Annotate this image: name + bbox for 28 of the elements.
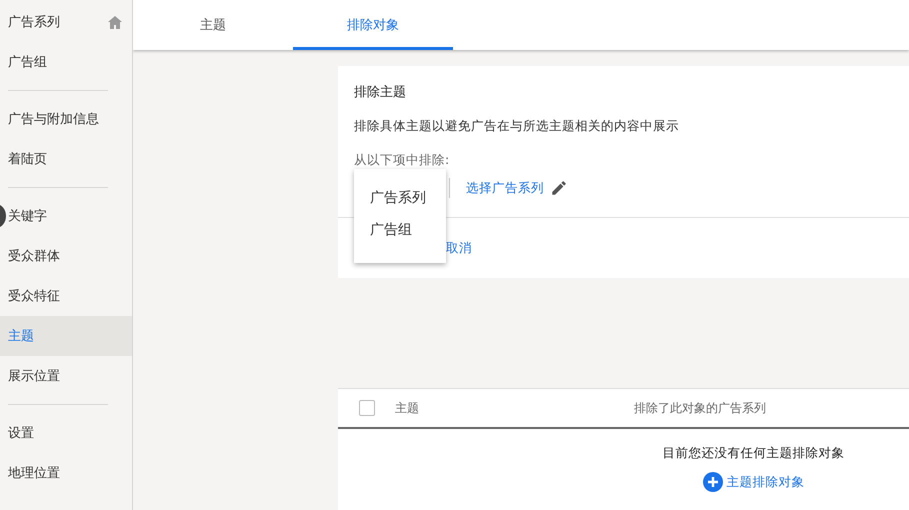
cancel-button[interactable]: 取消	[446, 240, 472, 257]
card-title: 排除主题	[354, 84, 407, 101]
column-header: 排除了此对象的广告系列	[634, 400, 766, 416]
select-link[interactable]: 选择广告系列	[466, 180, 544, 196]
sidebar-item[interactable]: 受众特征	[8, 276, 132, 316]
sidebar-item[interactable]: 主题	[8, 316, 132, 356]
menu-item[interactable]: 广告组	[354, 215, 446, 247]
sidebar-item[interactable]: 设置	[8, 413, 132, 453]
tab[interactable]: 排除对象	[293, 0, 453, 50]
menu-item[interactable]: 广告系列	[354, 183, 446, 215]
sidebar-item[interactable]: 广告系列	[8, 2, 132, 42]
empty-message: 目前您还没有任何主题排除对象	[662, 445, 844, 462]
checkbox[interactable]	[359, 400, 375, 416]
plus-icon	[702, 472, 722, 492]
description-text: 排除具体主题以避免广告在与所选主题相关的内容中展示	[354, 118, 680, 135]
pencil-icon[interactable]	[550, 179, 568, 197]
tab[interactable]: 主题	[133, 0, 293, 50]
sidebar-item[interactable]: 展示位置	[8, 356, 132, 396]
sidebar-item[interactable]: 地理位置	[8, 453, 132, 493]
add-link[interactable]: 主题排除对象	[702, 472, 804, 492]
sidebar-item[interactable]: 关键字	[8, 196, 132, 236]
sidebar-item[interactable]: 广告组	[8, 42, 132, 82]
field-label: 从以下项中排除:	[354, 152, 450, 169]
sidebar-item[interactable]: 广告与附加信息	[8, 99, 132, 139]
sidebar-item[interactable]: 受众群体	[8, 236, 132, 276]
sidebar-item[interactable]: 着陆页	[8, 139, 132, 179]
column-header: 主题	[395, 400, 419, 416]
home-icon[interactable]	[108, 16, 122, 28]
